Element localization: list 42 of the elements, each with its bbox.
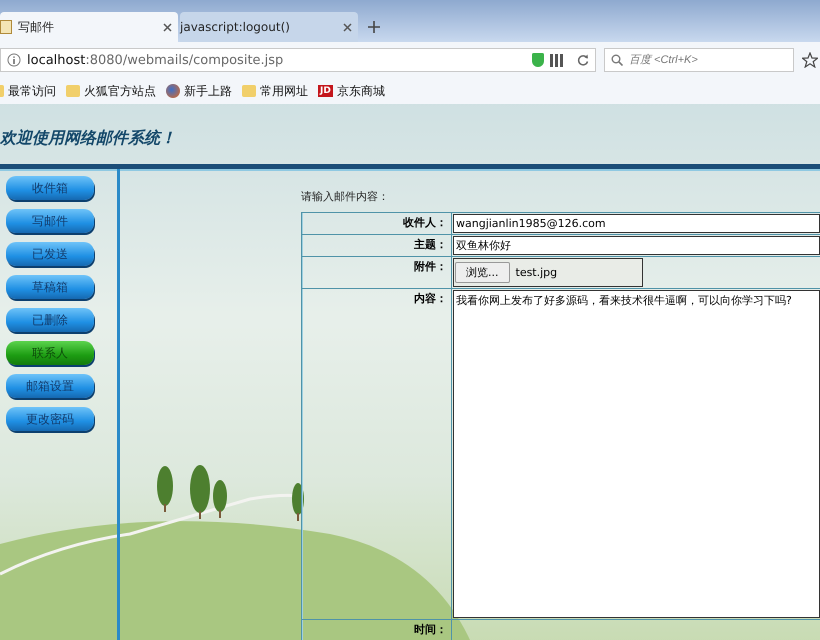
sidebar-button[interactable]: 收件箱 — [6, 176, 94, 200]
file-field[interactable]: 浏览... test.jpg — [453, 258, 643, 287]
shield-icon[interactable] — [532, 53, 544, 67]
globe-icon — [166, 84, 180, 98]
plus-icon[interactable] — [368, 21, 380, 33]
url-text: localhost:8080/webmails/composite.jsp — [27, 52, 284, 68]
sidebar-button[interactable]: 更改密码 — [6, 407, 94, 431]
field-label: 附件： — [302, 257, 452, 288]
reload-icon[interactable] — [577, 54, 589, 66]
sidebar-button[interactable]: 邮箱设置 — [6, 374, 94, 398]
field-label: 主题： — [302, 235, 452, 256]
field-label: 内容： — [302, 289, 452, 619]
tab-label: javascript:logout() — [180, 20, 291, 34]
bookmark-item[interactable]: 常用网址 — [242, 82, 308, 100]
tab-label: 写邮件 — [18, 18, 55, 36]
file-name: test.jpg — [516, 266, 558, 279]
page-icon — [0, 20, 12, 34]
sidebar-button[interactable]: 已发送 — [6, 242, 94, 266]
browse-button[interactable]: 浏览... — [455, 262, 510, 283]
form-heading: 请输入邮件内容： — [301, 189, 390, 204]
content-box[interactable]: 我看你网上发布了好多源码，看来技术很牛逼啊，可以向你学习下吗? — [453, 290, 820, 618]
sidebar-button[interactable]: 写邮件 — [6, 209, 94, 233]
bookmark-item[interactable]: 火狐官方站点 — [66, 82, 156, 100]
input-field[interactable]: wangjianlin1985@126.com — [453, 214, 820, 233]
browser-tab[interactable]: 写邮件 — [0, 12, 178, 42]
bookmark-item[interactable]: 新手上路 — [166, 82, 232, 100]
field-label: 收件人： — [302, 213, 452, 234]
address-bar[interactable]: localhost:8080/webmails/composite.jsp — [0, 48, 596, 72]
info-icon[interactable] — [7, 53, 21, 67]
field-label: 时间： — [302, 620, 452, 640]
sidebar-button[interactable]: 草稿箱 — [6, 275, 94, 299]
search-icon — [611, 54, 623, 66]
input-field[interactable]: 双鱼林你好 — [453, 236, 820, 255]
bookmark-item[interactable]: JD 京东商城 — [318, 82, 385, 100]
close-icon[interactable] — [343, 22, 352, 32]
close-icon[interactable] — [163, 22, 172, 32]
logo-icon: JD — [318, 85, 333, 97]
bookmark-item[interactable]: 最常访问 — [0, 82, 56, 100]
browser-tab[interactable]: javascript:logout() — [180, 12, 358, 42]
star-icon[interactable] — [802, 52, 818, 68]
search-field[interactable]: 百度 <Ctrl+K> — [604, 48, 794, 72]
sidebar-button[interactable]: 已删除 — [6, 308, 94, 332]
